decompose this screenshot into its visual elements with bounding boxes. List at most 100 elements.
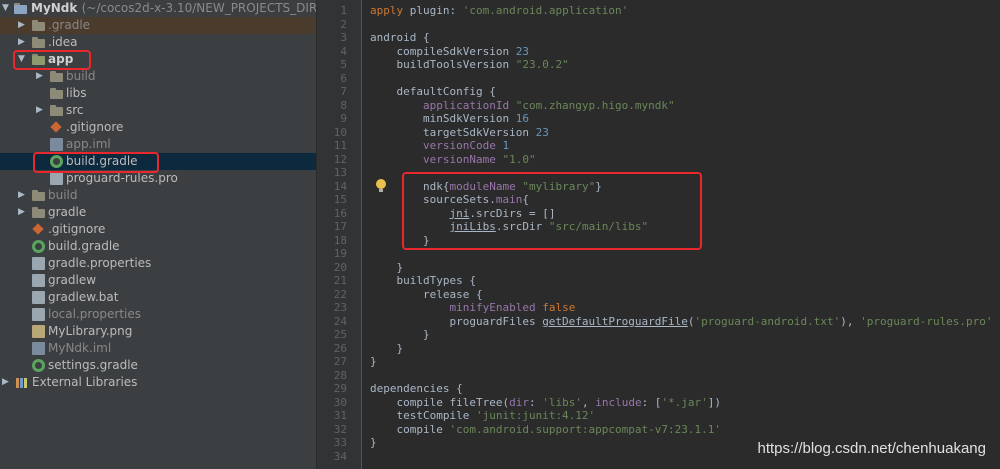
code-line[interactable]: release { bbox=[370, 288, 483, 301]
expand-arrow-icon[interactable]: ▶ bbox=[18, 190, 28, 201]
expand-arrow-icon[interactable]: ▶ bbox=[2, 377, 12, 388]
code-line[interactable]: versionName "1.0" bbox=[370, 153, 536, 166]
expand-arrow-icon[interactable]: ▶ bbox=[36, 105, 46, 116]
expand-arrow-icon[interactable]: ▶ bbox=[18, 207, 28, 218]
code-line[interactable]: proguardFiles getDefaultProguardFile('pr… bbox=[370, 315, 992, 328]
line-number: 17 bbox=[333, 220, 347, 233]
folder-icon bbox=[32, 19, 45, 32]
code-line[interactable]: defaultConfig { bbox=[370, 85, 495, 98]
tree-item-app-iml[interactable]: app.iml bbox=[0, 136, 316, 153]
code-line[interactable]: testCompile 'junit:junit:4.12' bbox=[370, 409, 595, 422]
code-line[interactable]: applicationId "com.zhangyp.higo.myndk" bbox=[370, 99, 675, 112]
code-line[interactable]: } bbox=[370, 328, 430, 341]
tree-item-label: libs bbox=[66, 86, 87, 100]
code-line[interactable]: compile fileTree(dir: 'libs', include: [… bbox=[370, 396, 721, 409]
folder-icon bbox=[50, 87, 63, 100]
line-number: 26 bbox=[333, 341, 347, 355]
tree-item-label: .gradle bbox=[48, 18, 91, 32]
line-number: 32 bbox=[333, 422, 347, 436]
expand-arrow-icon[interactable]: ▶ bbox=[18, 37, 28, 48]
line-number: 13 bbox=[333, 166, 347, 179]
line-number-gutter: 1 2 3 4 5 6 7 8 9 10 11 12 13 14 15 16 17 18 19 20 21 22 23 24 2… bbox=[317, 0, 362, 469]
tree-item-build[interactable]: ▶ build bbox=[0, 187, 316, 204]
tree-item-dot-idea[interactable]: ▶ .idea bbox=[0, 34, 316, 51]
line-number: 22 bbox=[333, 287, 347, 301]
tree-item-label: local.properties bbox=[48, 307, 142, 321]
library-icon bbox=[16, 376, 29, 389]
expand-arrow-icon[interactable]: ▶ bbox=[18, 20, 28, 31]
code-line[interactable]: } bbox=[370, 261, 403, 274]
tree-item-settings-gradle[interactable]: settings.gradle bbox=[0, 357, 316, 374]
file-icon bbox=[32, 325, 45, 338]
code-line[interactable]: } bbox=[370, 355, 377, 368]
tree-item-gradlew[interactable]: gradlew bbox=[0, 272, 316, 289]
line-number: 8 bbox=[340, 98, 347, 112]
file-icon bbox=[32, 291, 45, 304]
code-line[interactable]: android { bbox=[370, 31, 430, 44]
project-tree-panel: ▼ MyNdk (~/cocos2d-x-3.10/NEW_PROJECTS_D… bbox=[0, 0, 317, 469]
code-line[interactable]: compileSdkVersion 23 bbox=[370, 45, 528, 58]
tree-item-label: app.iml bbox=[66, 137, 111, 151]
code-line[interactable]: targetSdkVersion 23 bbox=[370, 126, 549, 139]
tree-item-src[interactable]: ▶ src bbox=[0, 102, 316, 119]
line-number: 29 bbox=[333, 382, 347, 395]
tree-item-label: External Libraries bbox=[32, 375, 138, 389]
line-number: 2 bbox=[340, 17, 347, 31]
code-line[interactable]: versionCode 1 bbox=[370, 139, 509, 152]
folder-icon bbox=[32, 36, 45, 49]
code-line[interactable]: minifyEnabled false bbox=[370, 301, 575, 314]
folder-icon bbox=[32, 206, 45, 219]
line-number: 15 bbox=[333, 193, 347, 206]
tree-item-label: src bbox=[66, 103, 84, 117]
gradle-file-icon bbox=[32, 359, 45, 372]
code-line[interactable]: apply plugin: 'com.android.application' bbox=[370, 4, 628, 17]
tree-item-gradle[interactable]: ▶ gradle bbox=[0, 204, 316, 221]
file-icon bbox=[32, 342, 45, 355]
code-line[interactable]: dependencies { bbox=[370, 382, 463, 395]
line-number: 14 bbox=[333, 179, 347, 193]
tree-item-mylibrary-png[interactable]: MyLibrary.png bbox=[0, 323, 316, 340]
tree-item-gitignore[interactable]: .gitignore bbox=[0, 221, 316, 238]
tree-item-external-libraries[interactable]: ▶ External Libraries bbox=[0, 374, 316, 391]
code-line[interactable]: buildToolsVersion "23.0.2" bbox=[370, 58, 568, 71]
line-number: 1 bbox=[340, 4, 347, 17]
line-number: 20 bbox=[333, 260, 347, 274]
line-number: 23 bbox=[333, 301, 347, 314]
file-icon bbox=[32, 257, 45, 270]
tree-item-dot-gradle[interactable]: ▶ .gradle bbox=[0, 17, 316, 34]
tree-item-libs[interactable]: libs bbox=[0, 85, 316, 102]
code-line[interactable]: } bbox=[370, 436, 377, 449]
line-number: 5 bbox=[340, 58, 347, 71]
tree-item-app-build[interactable]: ▶ build bbox=[0, 68, 316, 85]
file-icon bbox=[32, 308, 45, 321]
code-line[interactable]: minSdkVersion 16 bbox=[370, 112, 529, 125]
tree-item-label: .gitignore bbox=[66, 120, 124, 134]
tree-item-gradle-properties[interactable]: gradle.properties bbox=[0, 255, 316, 272]
code-line[interactable]: } bbox=[370, 342, 403, 355]
code-line[interactable]: buildTypes { bbox=[370, 274, 475, 287]
gradle-file-icon bbox=[32, 240, 45, 253]
line-number: 19 bbox=[333, 247, 347, 260]
tree-root-myndk[interactable]: ▼ MyNdk (~/cocos2d-x-3.10/NEW_PROJECTS_D… bbox=[0, 0, 316, 17]
app-highlight-box bbox=[13, 50, 91, 70]
tree-item-myndk-iml[interactable]: MyNdk.iml bbox=[0, 340, 316, 357]
line-number: 4 bbox=[340, 44, 347, 58]
line-number: 24 bbox=[333, 314, 347, 328]
tree-item-gradlew-bat[interactable]: gradlew.bat bbox=[0, 289, 316, 306]
code-line[interactable]: compile 'com.android.support:appcompat-v… bbox=[370, 423, 721, 436]
tree-item-app-gitignore[interactable]: .gitignore bbox=[0, 119, 316, 136]
folder-icon bbox=[50, 104, 63, 117]
git-file-icon bbox=[32, 223, 45, 236]
collapse-arrow-icon[interactable]: ▼ bbox=[2, 3, 12, 14]
tree-item-local-properties[interactable]: local.properties bbox=[0, 306, 316, 323]
code-editor[interactable]: apply plugin: 'com.android.application' a… bbox=[362, 0, 1000, 469]
tree-root-label: MyNdk (~/cocos2d-x-3.10/NEW_PROJECTS_DIR… bbox=[31, 1, 317, 15]
tree-item-label: gradlew bbox=[48, 273, 97, 287]
line-number: 16 bbox=[333, 206, 347, 220]
project-folder-icon bbox=[14, 2, 27, 15]
line-number: 34 bbox=[333, 449, 347, 463]
tree-item-build-gradle[interactable]: build.gradle bbox=[0, 238, 316, 255]
file-icon bbox=[50, 138, 63, 151]
tree-item-label: MyLibrary.png bbox=[48, 324, 133, 338]
expand-arrow-icon[interactable]: ▶ bbox=[36, 71, 46, 82]
